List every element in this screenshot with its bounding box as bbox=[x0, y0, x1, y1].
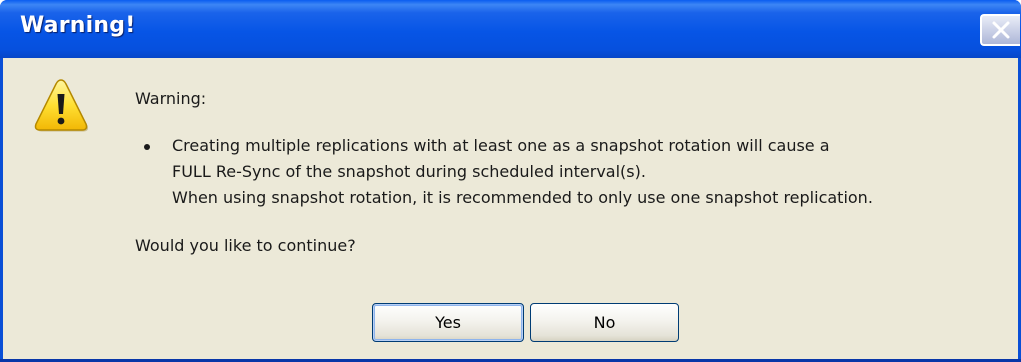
warning-dialog: Warning! Warning: Creating multiple repl… bbox=[0, 0, 1021, 362]
message-line-1: Creating multiple replications with at l… bbox=[172, 136, 830, 155]
no-button[interactable]: No bbox=[530, 303, 679, 342]
dialog-body: Warning: Creating multiple replications … bbox=[3, 58, 1018, 359]
window-title: Warning! bbox=[20, 13, 136, 38]
close-button[interactable] bbox=[980, 14, 1020, 46]
message-heading: Warning: bbox=[135, 89, 207, 108]
continue-question: Would you like to continue? bbox=[135, 236, 356, 255]
warning-icon bbox=[33, 77, 89, 133]
yes-button[interactable]: Yes bbox=[372, 303, 524, 342]
message-line-3: When using snapshot rotation, it is reco… bbox=[172, 188, 873, 207]
title-bar[interactable]: Warning! bbox=[0, 0, 1021, 58]
message-line-2: FULL Re-Sync of the snapshot during sche… bbox=[172, 162, 646, 181]
close-icon bbox=[990, 19, 1012, 41]
bullet-dot bbox=[144, 144, 150, 150]
